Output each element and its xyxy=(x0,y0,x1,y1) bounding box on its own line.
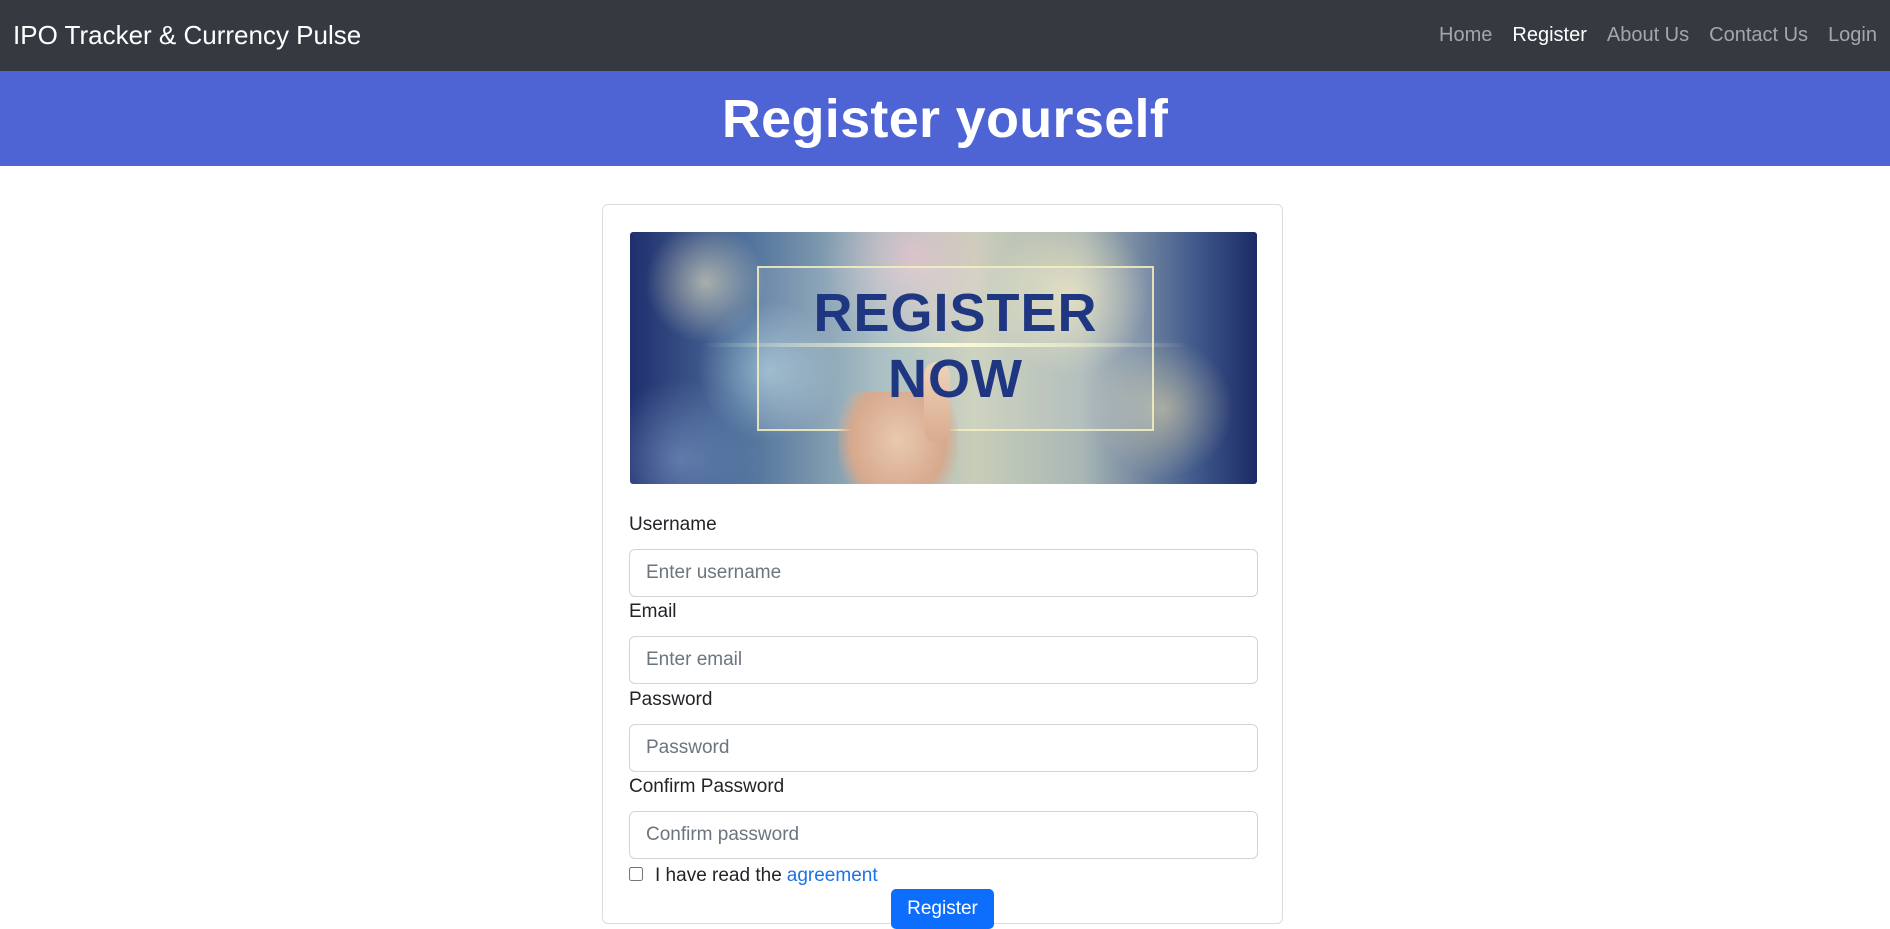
nav-home-link[interactable]: Home xyxy=(1429,24,1502,47)
email-label: Email xyxy=(629,601,677,622)
nav-contact-link[interactable]: Contact Us xyxy=(1699,24,1818,47)
navbar: IPO Tracker & Currency Pulse Home Regist… xyxy=(0,0,1890,71)
register-submit-button[interactable]: Register xyxy=(891,889,994,929)
email-input[interactable] xyxy=(629,636,1258,684)
confirm-password-input[interactable] xyxy=(629,811,1258,859)
agreement-text: I have read the xyxy=(655,865,782,886)
brand-link[interactable]: IPO Tracker & Currency Pulse xyxy=(13,20,361,51)
register-card: REGISTER NOW Username Email Password Con… xyxy=(602,204,1283,929)
page-title: Register yourself xyxy=(721,88,1169,149)
confirm-password-label: Confirm Password xyxy=(629,776,785,797)
banner-text-line1: REGISTER xyxy=(813,283,1098,343)
nav-register-link[interactable]: Register xyxy=(1502,24,1596,47)
agreement-link[interactable]: agreement xyxy=(787,865,878,887)
username-label: Username xyxy=(629,514,717,535)
page-header: Register yourself xyxy=(0,71,1890,166)
nav-about-link[interactable]: About Us xyxy=(1597,24,1699,47)
agreement-checkbox[interactable] xyxy=(629,867,643,881)
nav-login-link[interactable]: Login xyxy=(1818,24,1877,47)
agreement-row: I have read the agreement xyxy=(629,864,878,888)
nav-links: Home Register About Us Contact Us Login xyxy=(1429,0,1877,71)
register-banner-image: REGISTER NOW xyxy=(630,232,1257,484)
password-label: Password xyxy=(629,689,713,710)
username-input[interactable] xyxy=(629,549,1258,597)
banner-text-line2: NOW xyxy=(888,349,1023,409)
password-input[interactable] xyxy=(629,724,1258,772)
